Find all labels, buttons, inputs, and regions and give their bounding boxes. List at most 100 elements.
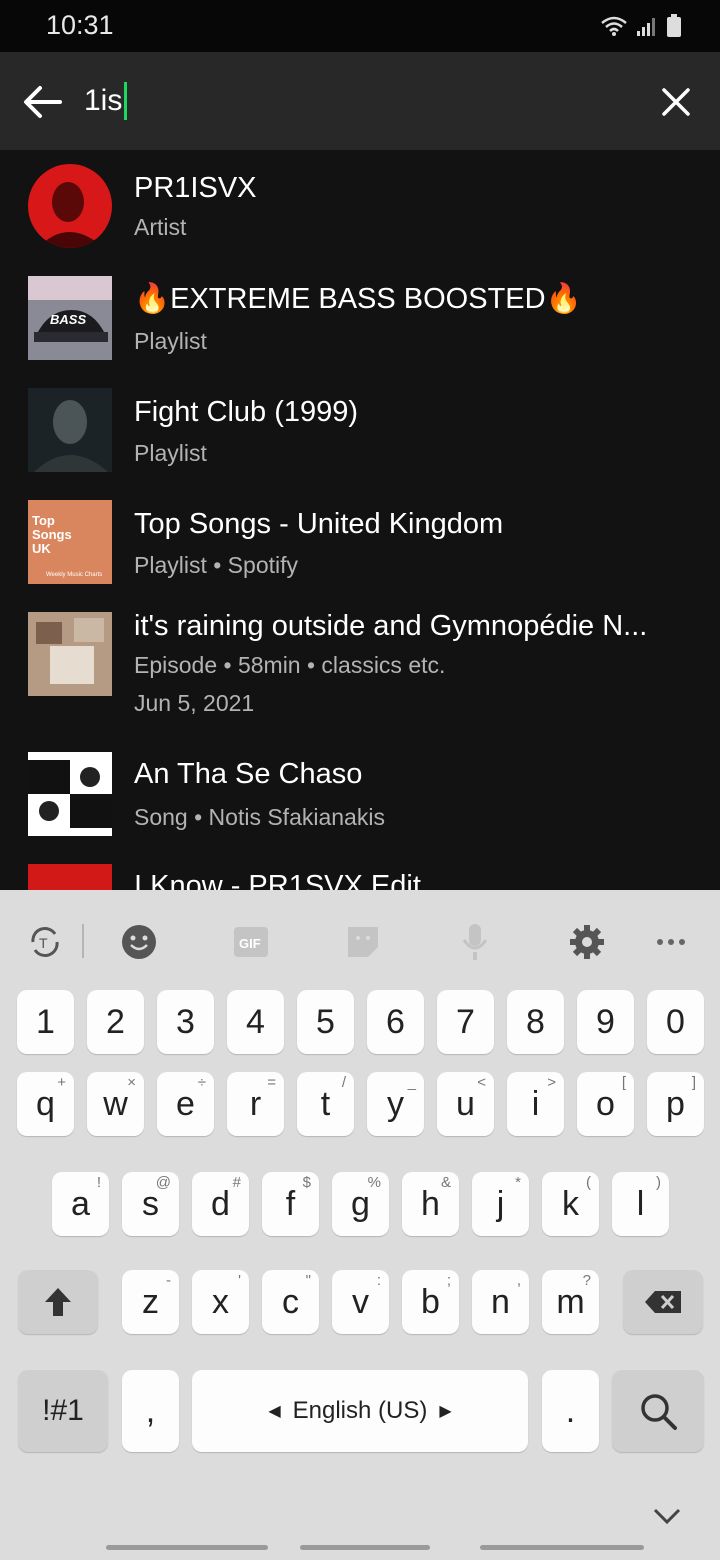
- key-label: z: [142, 1282, 159, 1321]
- key-i[interactable]: i >: [507, 1072, 564, 1136]
- key-6[interactable]: 6: [367, 990, 424, 1054]
- key-g[interactable]: g%: [332, 1172, 389, 1236]
- period-key[interactable]: .: [542, 1370, 599, 1452]
- key-hint: $: [302, 1174, 311, 1191]
- gif-icon[interactable]: GIF: [229, 920, 273, 964]
- key-q[interactable]: q +: [17, 1072, 74, 1136]
- key-j[interactable]: j *: [472, 1172, 529, 1236]
- key-3[interactable]: 3: [157, 990, 214, 1054]
- key-n[interactable]: n,: [472, 1270, 529, 1334]
- search-key[interactable]: [612, 1370, 704, 1452]
- key-hint: =: [267, 1074, 276, 1091]
- key-label: c: [282, 1282, 299, 1321]
- key-label: 6: [386, 1002, 405, 1041]
- result-date: Jun 5, 2021: [134, 690, 255, 716]
- key-label: 4: [246, 1002, 265, 1041]
- key-hint: %: [367, 1174, 381, 1191]
- key-label: 5: [316, 1002, 335, 1041]
- key-m[interactable]: m?: [542, 1270, 599, 1334]
- key-f[interactable]: f $: [262, 1172, 319, 1236]
- playlist-cover: Top Songs UK Weekly Music Charts: [28, 500, 112, 584]
- key-k[interactable]: k(: [542, 1172, 599, 1236]
- playlist-cover: BASS: [28, 276, 112, 360]
- key-7[interactable]: 7: [437, 990, 494, 1054]
- svg-text:T: T: [39, 935, 48, 951]
- key-label: 8: [526, 1002, 545, 1041]
- key-label: f: [285, 1184, 296, 1223]
- key-v[interactable]: v:: [332, 1270, 389, 1334]
- key-hint: ): [656, 1174, 661, 1191]
- key-label: x: [212, 1282, 229, 1321]
- text-translate-icon[interactable]: T: [23, 920, 67, 964]
- key-4[interactable]: 4: [227, 990, 284, 1054]
- result-row[interactable]: PR1ISVX Artist: [0, 164, 720, 254]
- result-subtitle: Playlist • Spotify: [134, 552, 298, 578]
- microphone-icon[interactable]: [453, 920, 497, 964]
- key-label: l: [636, 1184, 645, 1223]
- chevron-down-icon[interactable]: [652, 1506, 682, 1526]
- key-u[interactable]: u <: [437, 1072, 494, 1136]
- key-r[interactable]: r =: [227, 1072, 284, 1136]
- key-hint: -: [166, 1272, 171, 1289]
- search-results-list: PR1ISVX Artist BASS 🔥EXTREME BASS BOOSTE…: [0, 150, 720, 890]
- key-5[interactable]: 5: [297, 990, 354, 1054]
- comma-key[interactable]: ,: [122, 1370, 179, 1452]
- key-l[interactable]: l): [612, 1172, 669, 1236]
- key-e[interactable]: e ÷: [157, 1072, 214, 1136]
- key-d[interactable]: d #: [192, 1172, 249, 1236]
- key-t[interactable]: t /: [297, 1072, 354, 1136]
- key-hint: >: [547, 1074, 556, 1091]
- result-row[interactable]: Top Songs UK Weekly Music Charts Top Son…: [0, 500, 720, 590]
- more-options-icon[interactable]: [649, 920, 693, 964]
- key-label: o: [596, 1084, 615, 1123]
- keyboard: T GIF 1 2 3 4 5 6 7 8 9 0 q + w × e ÷ r = t / y _ u < i > o[p] a! s @…: [0, 890, 720, 1560]
- cover-title-text: Top Songs UK: [32, 513, 72, 556]
- nav-bar-right: [480, 1545, 644, 1550]
- language-left-arrow: ◀: [268, 1403, 281, 1420]
- emoji-icon[interactable]: [117, 920, 161, 964]
- result-row[interactable]: I Know - PR1SVX Edit: [0, 864, 720, 890]
- key-label: h: [421, 1184, 440, 1223]
- spacebar-key[interactable]: ◀ English (US) ▶: [192, 1370, 528, 1452]
- result-row[interactable]: it's raining outside and Gymnopédie N...…: [0, 610, 720, 732]
- key-label: k: [562, 1184, 579, 1223]
- key-x[interactable]: x ': [192, 1270, 249, 1334]
- clear-icon[interactable]: [658, 84, 694, 120]
- key-hint: _: [407, 1074, 416, 1091]
- key-z[interactable]: z-: [122, 1270, 179, 1334]
- key-o[interactable]: o[: [577, 1072, 634, 1136]
- result-title: Top Songs - United Kingdom: [134, 508, 504, 540]
- key-0[interactable]: 0: [647, 990, 704, 1054]
- key-p[interactable]: p]: [647, 1072, 704, 1136]
- search-input[interactable]: 1is: [84, 82, 128, 120]
- key-label: n: [491, 1282, 510, 1321]
- key-9[interactable]: 9: [577, 990, 634, 1054]
- result-subtitle: Artist: [134, 214, 187, 240]
- key-hint: *: [515, 1174, 521, 1191]
- back-arrow-icon[interactable]: [20, 80, 64, 124]
- key-c[interactable]: c ": [262, 1270, 319, 1334]
- key-hint: :: [376, 1272, 381, 1289]
- key-s[interactable]: s @: [122, 1172, 179, 1236]
- result-row[interactable]: BASS 🔥EXTREME BASS BOOSTED🔥 Playlist: [0, 276, 720, 366]
- shift-key[interactable]: [18, 1270, 98, 1334]
- key-1[interactable]: 1: [17, 990, 74, 1054]
- key-w[interactable]: w ×: [87, 1072, 144, 1136]
- key-b[interactable]: b;: [402, 1270, 459, 1334]
- key-hint: ": [305, 1272, 311, 1289]
- result-row[interactable]: Fight Club (1999) Playlist: [0, 388, 720, 478]
- key-a[interactable]: a!: [52, 1172, 109, 1236]
- settings-gear-icon[interactable]: [565, 920, 609, 964]
- backspace-key[interactable]: [623, 1270, 703, 1334]
- result-title: Fight Club (1999): [134, 396, 359, 428]
- key-label: 0: [666, 1002, 685, 1041]
- result-row[interactable]: An Tha Se Chaso Song • Notis Sfakianakis: [0, 752, 720, 842]
- key-2[interactable]: 2: [87, 990, 144, 1054]
- key-8[interactable]: 8: [507, 990, 564, 1054]
- result-subtitle: Playlist: [134, 440, 207, 466]
- key-h[interactable]: h &: [402, 1172, 459, 1236]
- sticker-icon[interactable]: [341, 920, 385, 964]
- key-label: 3: [176, 1002, 195, 1041]
- symbols-key[interactable]: !#1: [18, 1370, 108, 1452]
- key-y[interactable]: y _: [367, 1072, 424, 1136]
